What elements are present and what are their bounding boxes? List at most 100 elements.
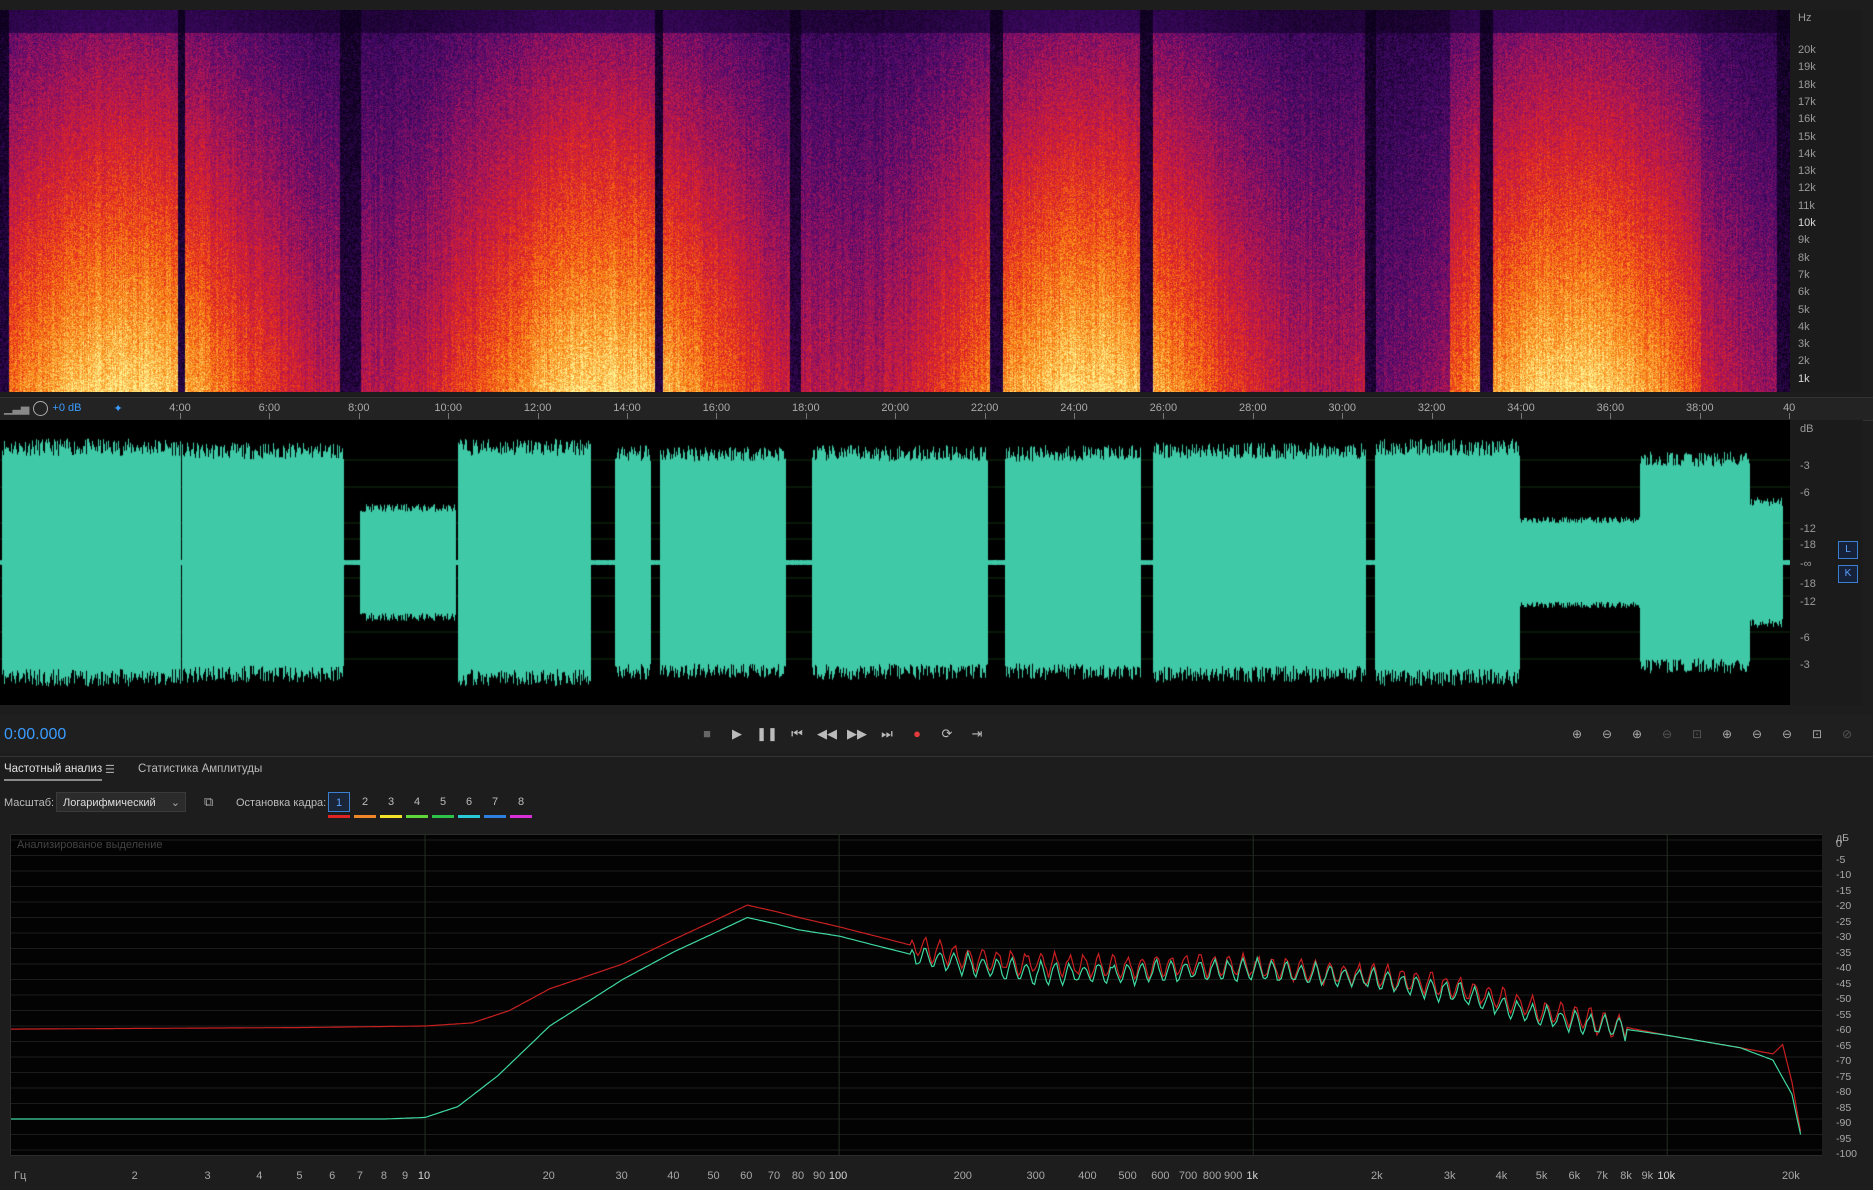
zoom-in-right-icon[interactable]: ⊖ xyxy=(1745,723,1769,745)
freeze-frame-color xyxy=(328,815,350,818)
freeze-frame-3[interactable]: 3 xyxy=(380,792,402,812)
time-tick-mark xyxy=(358,413,360,419)
hz-tick-label: 100 xyxy=(828,1170,848,1182)
zoom-in-time-icon[interactable]: ⊕ xyxy=(1625,723,1649,745)
db-label: -12 xyxy=(1800,523,1816,535)
freq-label: 3k xyxy=(1798,338,1810,351)
hz-tick-label: 1k xyxy=(1246,1170,1258,1182)
time-tick-mark xyxy=(1431,413,1433,419)
scale-label: Масштаб: xyxy=(4,797,55,809)
freq-label: 4k xyxy=(1798,320,1810,333)
db-tick-label: -15 xyxy=(1836,884,1852,897)
hz-tick-label: 300 xyxy=(1026,1170,1045,1182)
spectrogram-frequency-ruler: Hz 20k 19k 18k 17k 16k 15k 14k 13k 12k 11k 10k 9k 8k… xyxy=(1790,10,1863,392)
stop-icon[interactable]: ■ xyxy=(696,723,718,745)
zoom-selection-icon[interactable]: ⊡ xyxy=(1685,723,1709,745)
db-tick-label: -60 xyxy=(1836,1024,1852,1036)
fast-forward-icon[interactable]: ▶▶ xyxy=(846,723,868,745)
db-tick-label: -25 xyxy=(1836,915,1852,928)
time-tick-mark xyxy=(1521,413,1522,419)
volume-knob-icon[interactable] xyxy=(33,400,49,416)
zoom-out-full-icon[interactable]: ⊖ xyxy=(1775,723,1799,745)
panel-menu-icon[interactable]: ☰ xyxy=(105,763,115,776)
current-time-display[interactable]: 0:00.000 xyxy=(4,726,66,744)
hz-tick-label: 50 xyxy=(707,1170,720,1182)
spectrogram-unit: Hz xyxy=(1798,12,1812,24)
pause-icon[interactable]: ❚❚ xyxy=(756,723,778,745)
db-tick-label: -80 xyxy=(1836,1086,1852,1098)
freeze-frame-6[interactable]: 6 xyxy=(458,792,480,812)
play-icon[interactable]: ▶ xyxy=(726,723,748,745)
analysis-caption: Анализированое выделение xyxy=(17,839,163,851)
db-tick-label: -95 xyxy=(1836,1132,1852,1145)
freq-label: 6k xyxy=(1798,286,1810,299)
channel-l-toggle[interactable]: L xyxy=(1838,541,1858,559)
freeze-frame-label: Остановка кадра: xyxy=(236,797,327,809)
hz-tick-label: 500 xyxy=(1118,1170,1137,1182)
hz-tick-label: 10k xyxy=(1657,1170,1676,1182)
spectral-frequency-display[interactable] xyxy=(0,10,1790,392)
hud-controls: ▁▃▅ +0 dB ✦ xyxy=(4,399,123,417)
freq-label: 14k xyxy=(1798,147,1816,160)
time-tick-mark xyxy=(448,413,450,419)
db-tick-label: -10 xyxy=(1836,869,1852,881)
freeze-frame-color xyxy=(406,815,428,818)
freeze-frame-color xyxy=(510,815,532,818)
tab-amplitude-statistics[interactable]: Статистика Амплитуды xyxy=(138,763,262,775)
zoom-in-amplitude-icon[interactable]: ⊕ xyxy=(1565,723,1589,745)
zoom-out-time-icon[interactable]: ⊖ xyxy=(1655,723,1679,745)
freeze-frame-2[interactable]: 2 xyxy=(354,792,376,812)
freeze-frame-4[interactable]: 4 xyxy=(406,792,428,812)
zoom-out-amplitude-icon[interactable]: ⊖ xyxy=(1595,723,1619,745)
freeze-frame-1[interactable]: 1 xyxy=(328,792,350,812)
db-label: -18 xyxy=(1800,578,1816,590)
hz-tick-label: 6k xyxy=(1568,1170,1581,1182)
copy-icon[interactable]: ⧉ xyxy=(204,794,213,810)
hz-tick-label: 4k xyxy=(1495,1170,1508,1182)
hz-tick-label: 7k xyxy=(1596,1170,1608,1182)
time-tick-mark xyxy=(1789,413,1791,419)
skip-icon[interactable]: ⇥ xyxy=(966,723,988,745)
zoom-in-left-icon[interactable]: ⊕ xyxy=(1715,723,1739,745)
freq-label: 13k xyxy=(1798,165,1816,178)
channel-k-toggle[interactable]: K xyxy=(1838,565,1858,583)
pin-icon[interactable]: ✦ xyxy=(113,402,122,415)
zoom-reset-icon[interactable]: ⊘ xyxy=(1835,723,1859,745)
freq-label: 7k xyxy=(1798,268,1810,281)
frequency-analysis-plot[interactable]: Анализированое выделение xyxy=(10,834,1824,1156)
time-ruler[interactable]: 4:00 6:00 8:00 10:00 12:00 14:00 16:00 18:00 20:… xyxy=(0,397,1873,421)
tab-frequency-analysis[interactable]: Частотный анализ xyxy=(4,763,103,781)
hz-tick-label: 5k xyxy=(1535,1170,1548,1182)
hz-tick-label: 20k xyxy=(1781,1170,1800,1182)
db-label: -3 xyxy=(1800,460,1810,472)
db-label: -3 xyxy=(1800,659,1810,671)
gain-readout[interactable]: +0 dB xyxy=(52,402,81,414)
waveform-db-ruler: dB -3 -6 -12 -18 -∞ -18 -12 -6 -3 L K xyxy=(1790,420,1863,705)
freq-label: 11k xyxy=(1798,199,1815,212)
go-to-end-icon[interactable]: ⏭ xyxy=(876,723,898,745)
record-icon[interactable]: ● xyxy=(906,723,928,745)
freeze-frame-color xyxy=(484,815,506,818)
waveform-display[interactable] xyxy=(0,420,1790,705)
time-tick-mark xyxy=(537,413,539,419)
rewind-icon[interactable]: ◀◀ xyxy=(816,723,838,745)
zoom-fit-icon[interactable]: ⊡ xyxy=(1805,723,1829,745)
hz-tick-label: 8 xyxy=(380,1170,387,1182)
time-tick-mark xyxy=(1074,413,1075,419)
hz-tick-label: 2k xyxy=(1370,1170,1383,1182)
hz-tick-label: 80 xyxy=(791,1170,805,1182)
scale-dropdown[interactable]: Логарифмический ⌄ xyxy=(56,792,186,812)
freeze-frame-8[interactable]: 8 xyxy=(510,792,532,812)
hz-tick-label: 40 xyxy=(667,1170,680,1182)
freeze-frame-5[interactable]: 5 xyxy=(432,792,454,812)
hz-tick-label: 5 xyxy=(296,1170,303,1182)
go-to-start-icon[interactable]: ⏮ xyxy=(786,723,808,745)
db-tick-label: 0 xyxy=(1836,838,1842,850)
loop-icon[interactable]: ⟳ xyxy=(936,723,958,745)
freq-label: 19k xyxy=(1798,61,1816,74)
db-tick-label: -70 xyxy=(1836,1055,1852,1067)
hz-tick-label: 3k xyxy=(1443,1170,1456,1182)
time-tick-mark xyxy=(1699,413,1701,419)
db-tick-label: -20 xyxy=(1836,900,1852,912)
freeze-frame-7[interactable]: 7 xyxy=(484,792,506,812)
